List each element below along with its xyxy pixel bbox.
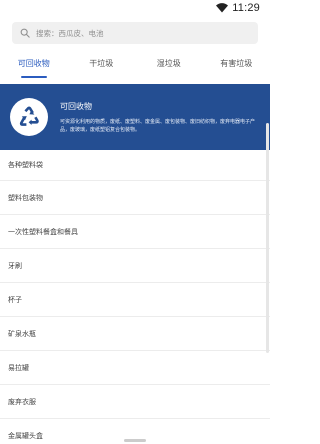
banner-text: 可回收物 可资源化利用的物质，废纸、废塑料、废金属、废包装物、废旧纺织物，废弃电… <box>60 101 260 134</box>
list-item[interactable]: 一次性塑料餐盒和餐具 <box>0 215 270 249</box>
status-bar: 11:29 <box>0 0 270 16</box>
category-description: 可资源化利用的物质，废纸、废塑料、废金属、废包装物、废旧纺织物，废弃电器电子产品… <box>60 118 256 133</box>
tab-dry-waste[interactable]: 干垃圾 <box>68 54 136 84</box>
category-tabs: 可回收物 干垃圾 湿垃圾 有害垃圾 <box>0 54 270 84</box>
clock: 11:29 <box>232 2 260 14</box>
search-icon <box>20 28 30 38</box>
search-input[interactable] <box>36 28 236 38</box>
item-list: 各种塑料袋 塑料包装物 一次性塑料餐盒和餐具 牙刷 杯子 矿泉水瓶 易拉罐 废弃… <box>0 150 270 444</box>
list-item[interactable]: 易拉罐 <box>0 351 270 385</box>
list-item[interactable]: 牙刷 <box>0 249 270 283</box>
list-item[interactable]: 各种塑料袋 <box>0 150 270 181</box>
tab-recyclable[interactable]: 可回收物 <box>0 54 68 84</box>
category-icon-badge <box>10 98 48 136</box>
category-banner: 可回收物 可资源化利用的物质，废纸、废塑料、废金属、废包装物、废旧纺织物，废弃电… <box>0 84 270 150</box>
list-item[interactable]: 废弃衣服 <box>0 385 270 419</box>
recycle-icon <box>19 106 39 126</box>
list-item[interactable]: 矿泉水瓶 <box>0 317 270 351</box>
tab-wet-waste[interactable]: 湿垃圾 <box>135 54 203 84</box>
search-box[interactable] <box>12 22 258 44</box>
list-item[interactable]: 杯子 <box>0 283 270 317</box>
wifi-icon <box>216 3 229 13</box>
category-title: 可回收物 <box>60 101 92 111</box>
search-bar <box>0 16 270 44</box>
scrollbar[interactable] <box>266 123 269 353</box>
tab-hazardous-waste[interactable]: 有害垃圾 <box>203 54 271 84</box>
list-item[interactable]: 塑料包装物 <box>0 181 270 215</box>
home-indicator[interactable] <box>124 439 146 442</box>
